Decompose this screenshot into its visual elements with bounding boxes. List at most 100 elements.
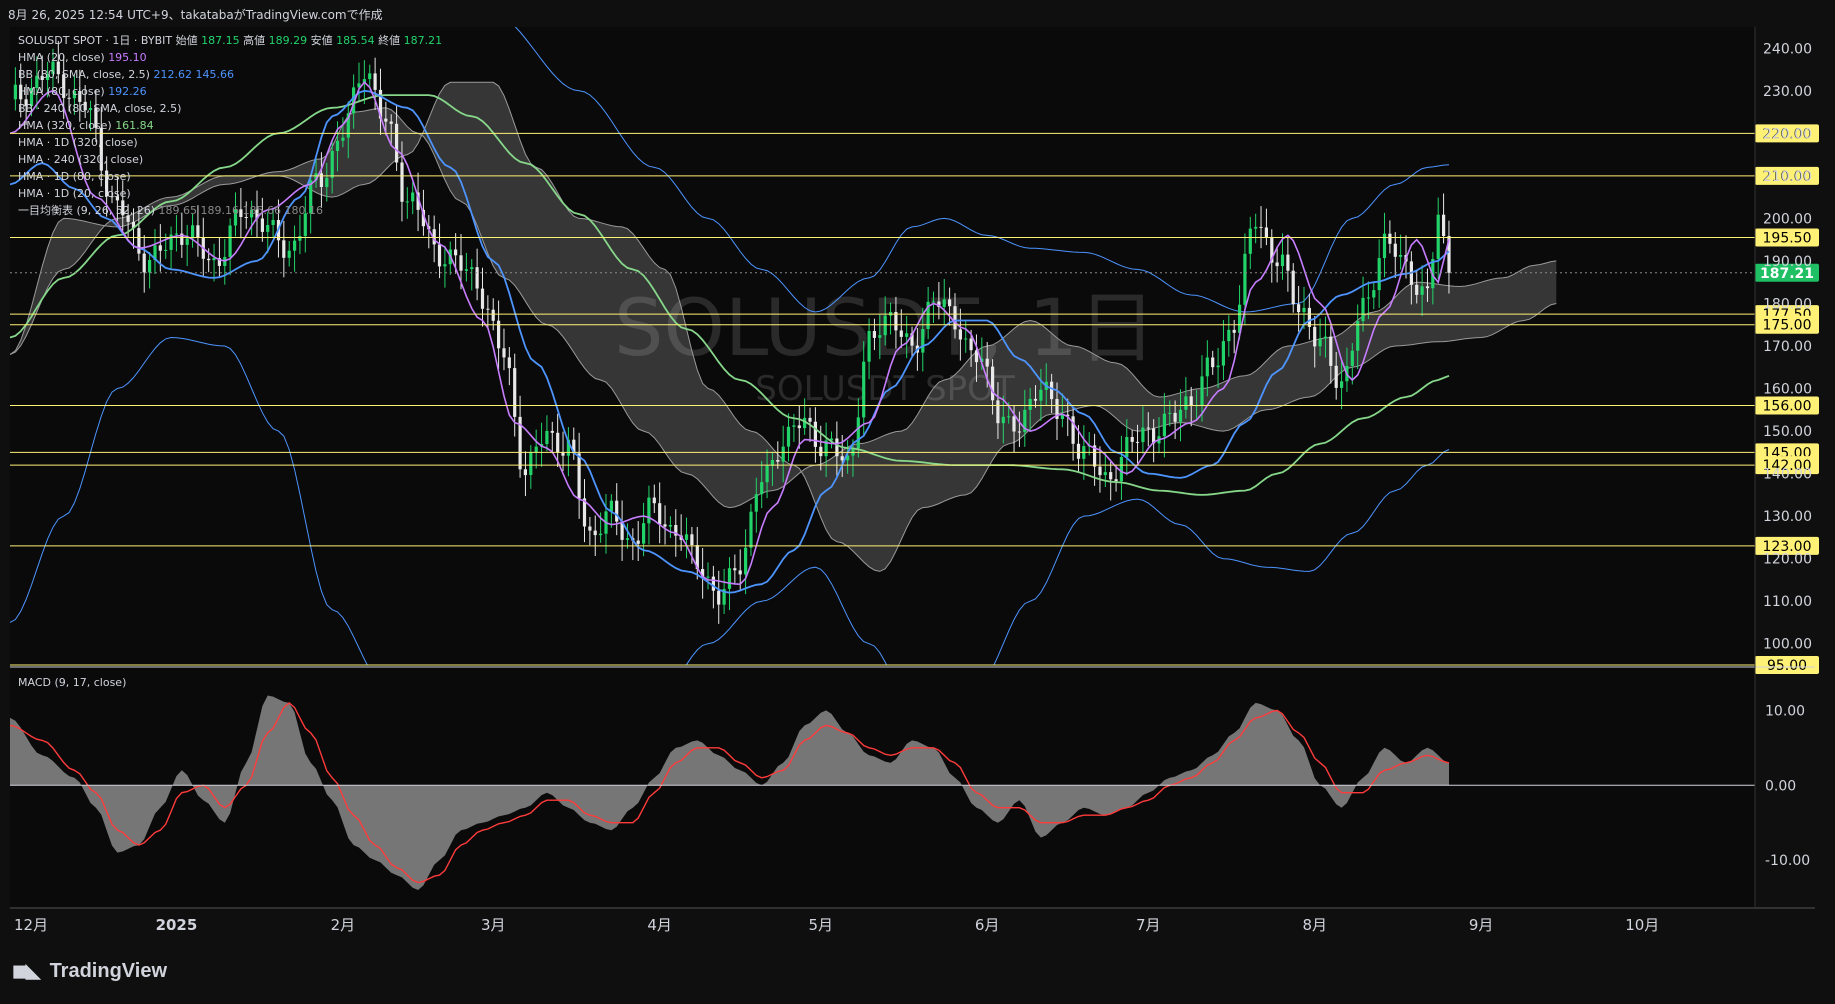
candle-body — [1007, 416, 1011, 418]
candle-body — [400, 162, 404, 202]
candle-body — [905, 333, 909, 337]
candle-body — [652, 497, 656, 504]
legend-indicator[interactable]: HMA · 1D (80, close) — [18, 170, 131, 183]
candle-body — [443, 264, 447, 267]
candle-body — [207, 258, 211, 261]
time-tick-label: 8月 — [1302, 916, 1327, 934]
candle-body — [867, 331, 871, 362]
time-tick-label: 6月 — [975, 916, 1000, 934]
time-tick-label: 7月 — [1136, 916, 1161, 934]
candle-body — [1039, 389, 1043, 401]
candle-body — [625, 538, 630, 540]
candle-body — [491, 309, 495, 321]
candle-body — [550, 430, 554, 433]
legend-indicator[interactable]: BB · 240 (80, SMA, close, 2.5) — [18, 102, 181, 115]
candle-body — [797, 425, 801, 429]
candle-body — [480, 288, 485, 309]
price-tick-label: 190.00 — [1763, 254, 1812, 270]
candle-body — [588, 526, 592, 531]
candle-body — [668, 525, 672, 527]
candle-body — [862, 361, 866, 418]
time-tick-label: 3月 — [481, 916, 506, 934]
macd-legend[interactable]: MACD (9, 17, close) — [18, 676, 126, 689]
tradingview-logo-icon: ◼◣ — [12, 961, 40, 982]
candle-body — [1130, 437, 1134, 442]
legend-indicator[interactable]: HMA · 1D (20, close) — [18, 187, 131, 200]
candle-body — [148, 260, 152, 273]
legend-ohlc-part: 189.29 — [269, 34, 308, 47]
candle-body — [765, 465, 769, 483]
candle-body — [534, 446, 538, 453]
candle-body — [368, 73, 372, 80]
legend-indicator[interactable]: BB (80, SMA, close, 2.5) 212.62 145.66 — [18, 68, 234, 81]
candle-body — [856, 417, 860, 449]
candle-body — [1259, 226, 1263, 228]
legend-ohlc-part: 185.54 — [336, 34, 375, 47]
candle-body — [921, 329, 925, 353]
candle-body — [158, 245, 162, 251]
candle-body — [899, 330, 903, 337]
legend-indicator[interactable]: HMA (20, close) 195.10 — [18, 51, 147, 64]
brand-name: TradingView — [49, 960, 168, 982]
price-tick-label: 140.00 — [1763, 467, 1812, 483]
time-tick-label: 2月 — [331, 916, 356, 934]
candle-body — [711, 576, 715, 591]
candle-body — [142, 253, 146, 273]
legend-title: SOLUSDT SPOT · 1日 · BYBIT 始値 187.15 高値 1… — [18, 33, 442, 47]
legend-indicator-value: 195.10 — [108, 51, 147, 64]
time-tick-label: 5月 — [808, 916, 833, 934]
legend-indicator[interactable]: HMA · 240 (320, close) — [18, 153, 143, 166]
price-tick-label: 160.00 — [1763, 382, 1812, 398]
candle-body — [1399, 255, 1403, 257]
candle-body — [486, 308, 490, 310]
legend-indicator[interactable]: 一目均衡表 (9, 26, 52, 26) 189.65 189.16 185.… — [18, 203, 323, 217]
candle-body — [760, 482, 764, 495]
candle-body — [727, 568, 732, 589]
legend-indicator[interactable]: HMA · 1D (320, close) — [18, 136, 138, 149]
candle-body — [883, 315, 887, 336]
candle-body — [1436, 214, 1440, 259]
legend-indicator[interactable]: HMA (320, close) 161.84 — [18, 119, 154, 132]
candle-body — [781, 446, 785, 462]
tradingview-logo[interactable]: ◼◣ TradingView — [12, 960, 167, 983]
legend-indicator[interactable]: HMA (80, close) 192.26 — [18, 85, 147, 98]
price-tick-label: 120.00 — [1763, 552, 1812, 568]
level-label: 156.00 — [1763, 399, 1812, 415]
candle-body — [1227, 329, 1231, 342]
candle-body — [1033, 398, 1038, 401]
candle-body — [1297, 304, 1301, 313]
candle-body — [1291, 270, 1295, 305]
candle-body — [819, 446, 823, 457]
candle-body — [1248, 228, 1252, 254]
chart-canvas[interactable]: SOLUSDT, 1日 SOLUSDT SPOT 220.00210.00195… — [0, 0, 1835, 1004]
candle-body — [894, 312, 898, 331]
candle-body — [642, 523, 646, 544]
candle-body — [1141, 427, 1145, 443]
candle-body — [609, 500, 613, 512]
candle-body — [1366, 297, 1370, 299]
candle-body — [1318, 338, 1322, 347]
candle-body — [1420, 286, 1424, 295]
price-tick-label: 110.00 — [1763, 594, 1812, 610]
time-tick-label: 2025 — [156, 916, 198, 934]
candle-body — [1388, 233, 1392, 244]
candle-body — [1393, 243, 1397, 257]
price-tick-label: 100.00 — [1763, 637, 1812, 653]
candle-body — [1114, 479, 1118, 482]
candle-body — [464, 269, 468, 271]
price-tick-label: 230.00 — [1763, 84, 1812, 100]
candle-body — [577, 453, 581, 499]
candle-body — [411, 192, 415, 202]
legend-ohlc-part: 終値 — [375, 33, 404, 47]
candle-body — [1307, 307, 1311, 327]
candle-body — [1173, 412, 1177, 422]
price-tick-label: 130.00 — [1763, 509, 1812, 525]
candle-body — [1135, 441, 1140, 443]
price-tick-label: 180.00 — [1763, 296, 1812, 312]
candle-body — [1361, 297, 1365, 322]
candle-body — [717, 590, 721, 605]
candle-body — [1028, 398, 1032, 410]
legend-ohlc-part: 高値 — [240, 33, 269, 47]
candle-body — [878, 335, 882, 338]
candle-body — [405, 201, 409, 203]
